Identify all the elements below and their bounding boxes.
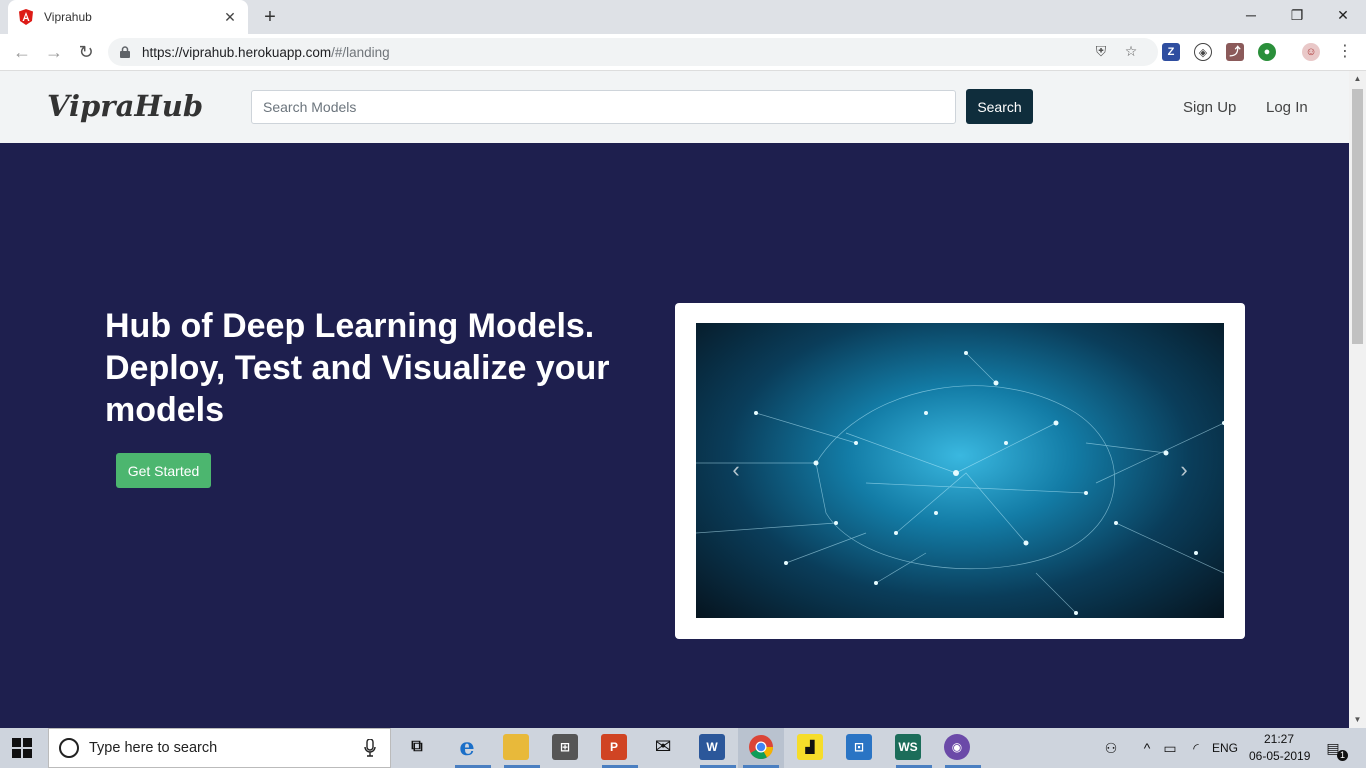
file-explorer-icon[interactable] (503, 734, 529, 760)
brand-logo[interactable]: VipraHub (47, 89, 203, 123)
scrollbar-thumb[interactable] (1352, 89, 1363, 344)
browser-toolbar: ← → ↻ https://viprahub.herokuapp.com/#/l… (0, 34, 1366, 71)
clock-date[interactable]: 06-05-2019 (1249, 749, 1310, 763)
angular-favicon-icon (19, 9, 33, 25)
hero-section: Hub of Deep Learning Models. Deploy, Tes… (0, 143, 1349, 728)
page-scrollbar[interactable]: ▲ ▼ (1349, 71, 1366, 728)
microphone-icon[interactable] (364, 739, 376, 757)
browser-tab-strip: Viprahub ✕ + ─ ❐ ✕ (0, 0, 1366, 34)
search-input[interactable] (251, 90, 956, 124)
battery-icon[interactable]: ▭ (1161, 740, 1179, 757)
app-box-icon[interactable]: ⊡ (846, 734, 872, 760)
close-window-icon[interactable]: ✕ (1320, 0, 1366, 30)
restore-icon[interactable]: ❐ (1274, 0, 1320, 30)
lock-icon (120, 46, 130, 58)
mail-icon[interactable]: ✉ (650, 734, 676, 760)
browser-menu-icon[interactable]: ⋮ (1336, 42, 1354, 62)
notification-count-badge: 1 (1337, 750, 1348, 761)
site-navbar: VipraHub Search Sign Up Log In (0, 71, 1349, 143)
hero-title: Hub of Deep Learning Models. Deploy, Tes… (105, 307, 610, 429)
url-path: /#/landing (331, 44, 390, 60)
signup-link[interactable]: Sign Up (1183, 99, 1236, 116)
github-desktop-icon[interactable]: ◉ (944, 734, 970, 760)
powerpoint-icon[interactable]: P (601, 734, 627, 760)
get-started-button[interactable]: Get Started (116, 453, 211, 488)
sticky-notes-icon[interactable]: ▟ (797, 734, 823, 760)
profile-avatar-icon[interactable]: ☺ (1302, 43, 1320, 61)
pdf-extension-icon[interactable]: ⤴ (1226, 43, 1244, 61)
close-tab-icon[interactable]: ✕ (222, 9, 238, 26)
bookmark-star-icon[interactable]: ☆ (1122, 42, 1140, 60)
extension-hex-icon[interactable]: ◈ (1194, 43, 1212, 61)
tray-expand-icon[interactable]: ^ (1138, 740, 1156, 756)
tab-title: Viprahub (44, 10, 92, 24)
url-host: https://viprahub.herokuapp.com (142, 44, 332, 60)
taskbar-search-box[interactable]: Type here to search (48, 728, 391, 768)
word-icon[interactable]: W (699, 734, 725, 760)
zotero-extension-icon[interactable]: Z (1162, 43, 1180, 61)
address-bar[interactable]: https://viprahub.herokuapp.com/#/landing (108, 38, 1158, 66)
edge-icon[interactable]: e (454, 734, 480, 760)
green-extension-icon[interactable]: ● (1258, 43, 1276, 61)
search-button[interactable]: Search (966, 89, 1033, 124)
task-view-icon[interactable]: ⧉ (404, 734, 430, 760)
cortana-icon (59, 738, 79, 758)
taskbar-search-placeholder: Type here to search (89, 740, 218, 756)
chevron-right-icon[interactable]: › (1174, 458, 1194, 482)
windows-start-icon[interactable] (12, 738, 32, 758)
people-icon[interactable]: ⚇ (1102, 740, 1120, 757)
neural-network-illustration (696, 351, 1224, 615)
reload-icon[interactable]: ↻ (74, 40, 98, 64)
store-icon[interactable]: ⊞ (552, 734, 578, 760)
forward-icon[interactable]: → (42, 40, 66, 64)
chevron-left-icon[interactable]: ‹ (726, 458, 746, 482)
back-icon[interactable]: ← (10, 40, 34, 64)
windows-taskbar: Type here to search ⧉ e ⊞ P ✉ W ▟ ⊡ WS ◉… (0, 728, 1366, 768)
carousel-slide-image: ‹ › (696, 323, 1224, 618)
wifi-icon[interactable]: ◜ (1187, 740, 1205, 757)
clock-time[interactable]: 21:27 (1264, 732, 1294, 746)
carousel: ‹ › (675, 303, 1245, 639)
blocked-popup-icon[interactable]: ⛨ (1092, 42, 1110, 60)
minimize-icon[interactable]: ─ (1228, 0, 1274, 30)
language-indicator[interactable]: ENG (1212, 741, 1238, 755)
scroll-up-icon[interactable]: ▲ (1349, 71, 1366, 87)
scroll-down-icon[interactable]: ▼ (1349, 712, 1366, 728)
webstorm-icon[interactable]: WS (895, 734, 921, 760)
login-link[interactable]: Log In (1266, 99, 1308, 116)
new-tab-icon[interactable]: + (258, 5, 282, 29)
page-viewport: VipraHub Search Sign Up Log In Hub of De… (0, 71, 1349, 728)
browser-tab[interactable]: Viprahub ✕ (8, 0, 248, 34)
chrome-icon[interactable] (748, 734, 774, 760)
